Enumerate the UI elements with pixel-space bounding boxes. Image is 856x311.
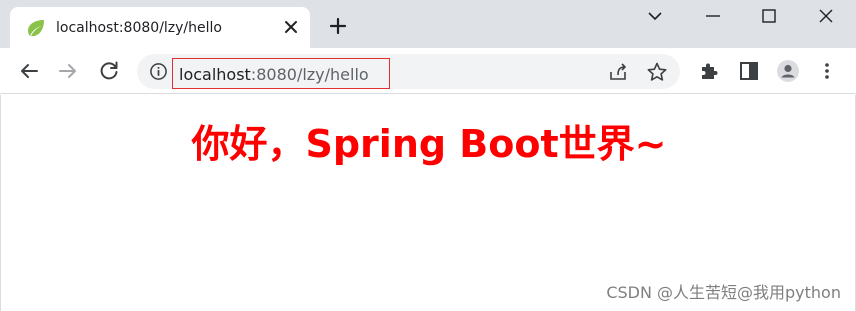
share-icon[interactable] (607, 61, 629, 83)
url-text[interactable]: localhost:8080/lzy/hello (179, 65, 369, 84)
profile-icon[interactable] (776, 59, 800, 83)
kebab-menu-icon[interactable] (815, 59, 839, 83)
address-bar[interactable]: localhost:8080/lzy/hello (137, 54, 680, 89)
url-highlight-box: localhost:8080/lzy/hello (172, 58, 390, 89)
close-tab-icon[interactable] (282, 18, 300, 36)
minimize-icon[interactable] (701, 4, 725, 28)
bookmark-star-icon[interactable] (646, 61, 668, 83)
info-icon[interactable] (149, 62, 168, 81)
spring-leaf-icon (28, 20, 44, 37)
browser-tab[interactable]: localhost:8080/lzy/hello (10, 7, 310, 48)
page-content: 你好，Spring Boot世界~ CSDN @人生苦短@我用python (0, 95, 856, 311)
extensions-puzzle-icon[interactable] (697, 59, 721, 83)
forward-icon[interactable] (56, 59, 80, 83)
tab-title: localhost:8080/lzy/hello (56, 20, 222, 36)
browser-titlebar: localhost:8080/lzy/hello (0, 0, 856, 48)
close-window-icon[interactable] (814, 4, 838, 28)
page-heading: 你好，Spring Boot世界~ (191, 122, 667, 166)
side-panel-icon[interactable] (737, 59, 761, 83)
csdn-watermark: CSDN @人生苦短@我用python (606, 283, 841, 302)
url-host: localhost (179, 65, 251, 84)
back-icon[interactable] (17, 59, 41, 83)
new-tab-icon[interactable] (329, 17, 347, 35)
tab-search-icon[interactable] (643, 4, 667, 28)
reload-icon[interactable] (97, 59, 121, 83)
url-path: :8080/lzy/hello (250, 65, 369, 84)
maximize-icon[interactable] (757, 4, 781, 28)
browser-toolbar: localhost:8080/lzy/hello (0, 48, 856, 94)
